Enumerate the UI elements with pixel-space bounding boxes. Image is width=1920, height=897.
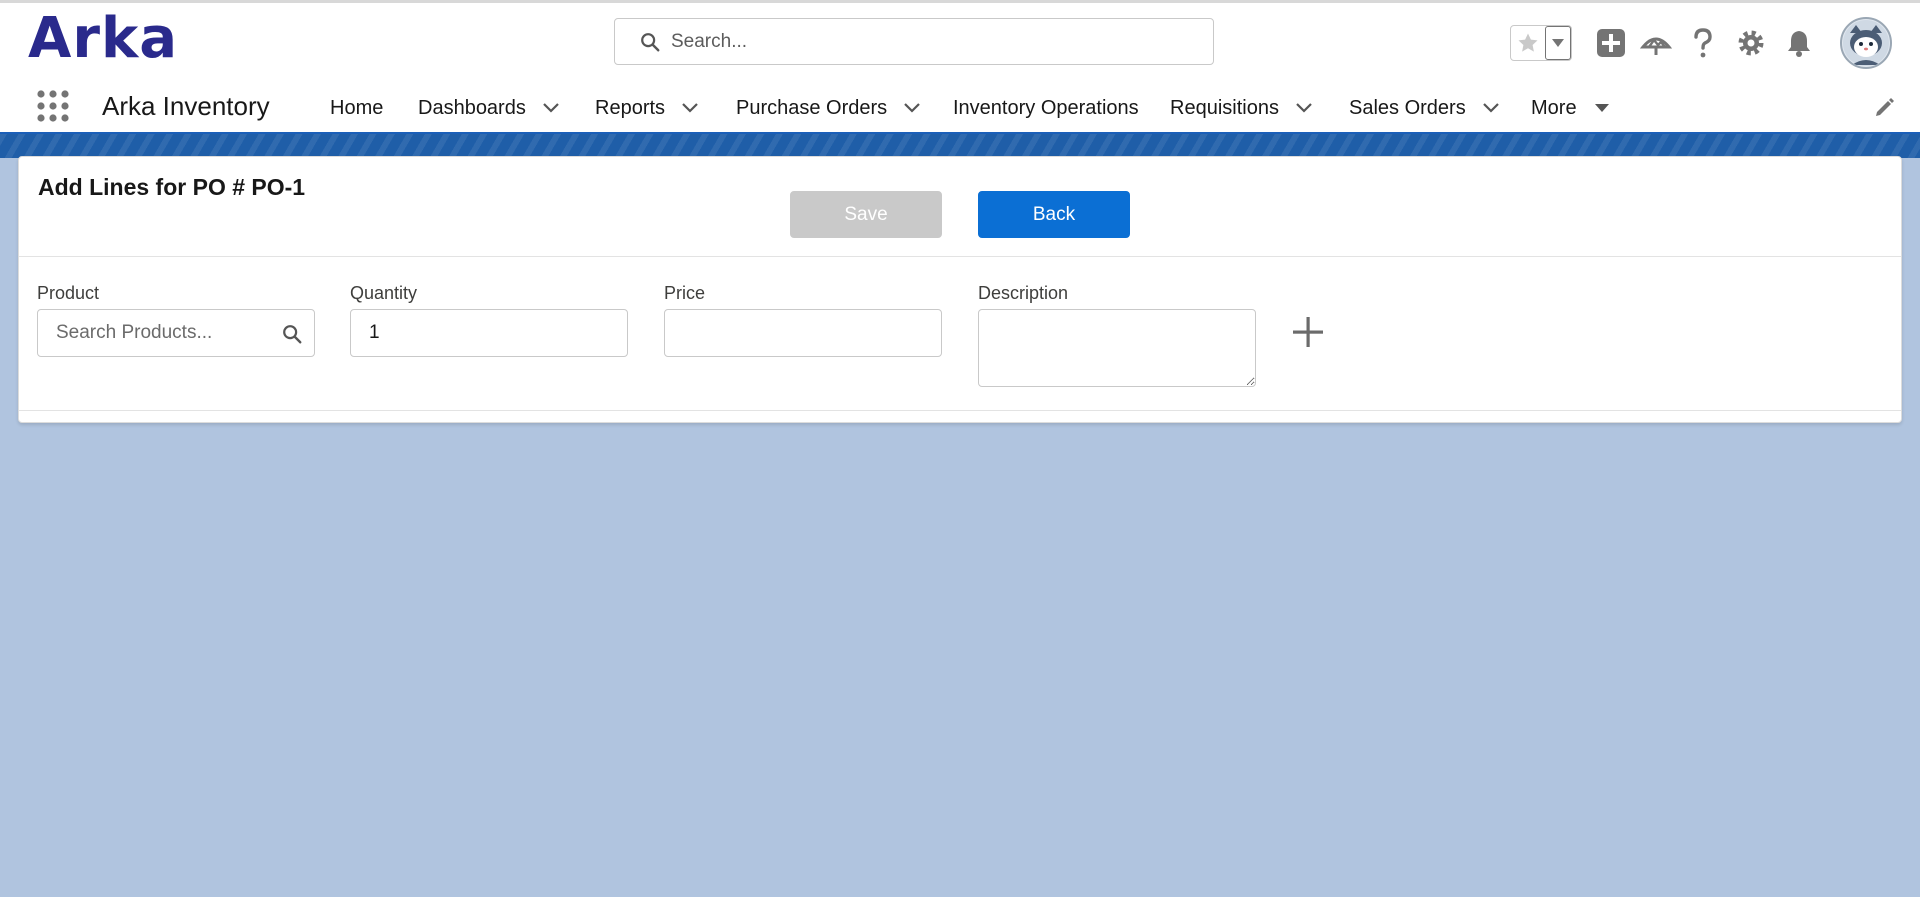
nav-item-reports[interactable]: Reports xyxy=(595,95,699,121)
logo: Arka xyxy=(28,6,178,71)
header-band xyxy=(0,134,1920,158)
star-icon[interactable] xyxy=(1511,26,1545,60)
price-label: Price xyxy=(664,283,706,303)
nav-item-label: Sales Orders xyxy=(1349,96,1466,119)
nav-item-label: Requisitions xyxy=(1170,96,1279,119)
divider xyxy=(19,410,1901,411)
page-title: Add Lines for PO # PO-1 xyxy=(38,174,306,200)
product-label: Product xyxy=(37,283,100,303)
search-icon xyxy=(641,32,660,51)
global-search[interactable] xyxy=(614,18,1214,65)
nav-item-requisitions[interactable]: Requisitions xyxy=(1170,95,1313,121)
nav-item-label: Reports xyxy=(595,96,666,119)
nav-item-home[interactable]: Home xyxy=(330,95,383,121)
nav-item-dashboards[interactable]: Dashboards xyxy=(418,95,560,121)
gear-icon[interactable] xyxy=(1733,25,1769,61)
nav-item-label: Purchase Orders xyxy=(736,96,888,119)
divider xyxy=(19,256,1901,257)
back-button[interactable]: Back xyxy=(978,191,1130,238)
bell-icon[interactable] xyxy=(1781,25,1817,61)
app-nav-bar: Arka Inventory Home Dashboards Reports P… xyxy=(0,79,1920,134)
quantity-label: Quantity xyxy=(350,283,418,303)
chevron-down-icon[interactable] xyxy=(1295,102,1313,114)
nav-item-label: More xyxy=(1531,96,1577,119)
pencil-icon[interactable] xyxy=(1874,96,1896,118)
global-header: Arka xyxy=(0,0,1920,79)
price-field[interactable] xyxy=(664,309,942,357)
description-label: Description xyxy=(978,283,1069,303)
waffle-icon[interactable] xyxy=(36,89,70,123)
quantity-field[interactable] xyxy=(350,309,628,357)
nav-item-label: Dashboards xyxy=(418,96,526,119)
nav-item-purchase-orders[interactable]: Purchase Orders xyxy=(736,95,921,121)
save-button[interactable]: Save xyxy=(790,191,942,238)
nav-item-label: Inventory Operations xyxy=(953,96,1139,119)
nav-item-inventory-operations[interactable]: Inventory Operations xyxy=(953,95,1139,121)
chevron-down-icon[interactable] xyxy=(1482,102,1500,114)
description-field[interactable] xyxy=(978,309,1256,387)
plus-square-icon[interactable] xyxy=(1593,25,1629,61)
favorites-group xyxy=(1510,25,1572,61)
app-name: Arka Inventory xyxy=(102,91,270,121)
caret-down-icon[interactable] xyxy=(1545,26,1571,60)
avatar[interactable] xyxy=(1840,17,1892,69)
chevron-down-icon[interactable] xyxy=(681,102,699,114)
add-lines-card: Add Lines for PO # PO-1 Save Back Produc… xyxy=(18,156,1902,423)
plus-icon[interactable] xyxy=(1291,315,1325,349)
chevron-down-icon[interactable] xyxy=(903,102,921,114)
global-search-input[interactable] xyxy=(671,30,1191,53)
trailhead-icon[interactable] xyxy=(1638,25,1674,61)
caret-down-icon[interactable] xyxy=(1593,102,1611,114)
product-search-input[interactable] xyxy=(37,309,315,357)
nav-item-label: Home xyxy=(330,96,384,119)
nav-item-more[interactable]: More xyxy=(1531,95,1611,121)
search-icon[interactable] xyxy=(281,323,303,345)
help-icon[interactable] xyxy=(1685,25,1721,61)
chevron-down-icon[interactable] xyxy=(542,102,560,114)
nav-item-sales-orders[interactable]: Sales Orders xyxy=(1349,95,1500,121)
